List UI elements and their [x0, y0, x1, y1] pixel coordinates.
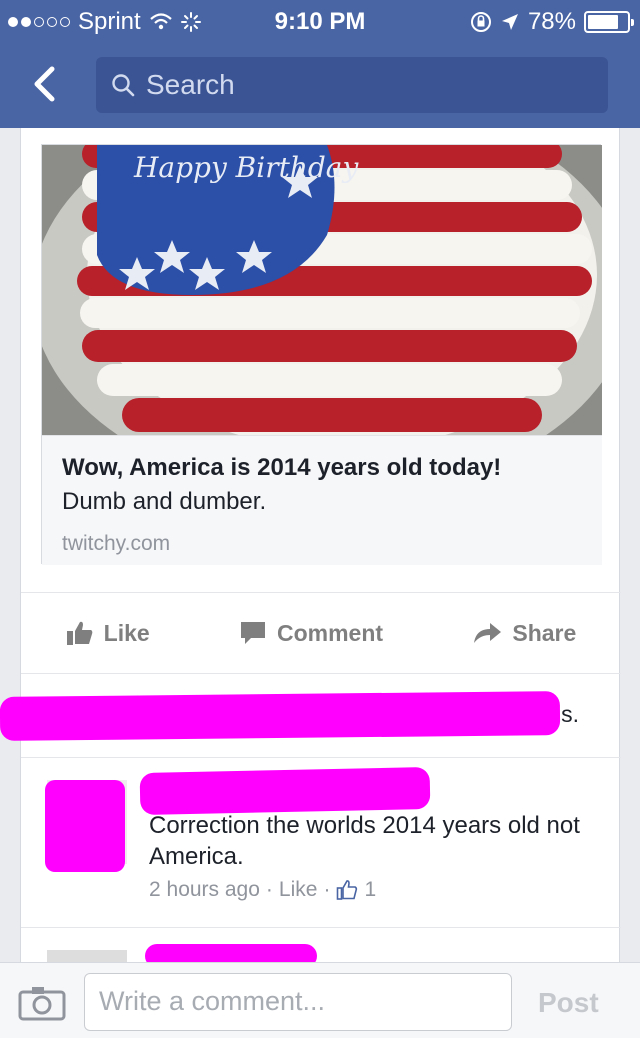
shared-link-preview[interactable]: Happy Birthday Wow, America is 2014 year…	[41, 144, 602, 565]
rotation-lock-icon	[470, 12, 491, 32]
camera-button[interactable]	[18, 985, 66, 1021]
thumbs-up-icon	[66, 621, 92, 645]
share-label: Share	[512, 619, 577, 646]
redaction-mark	[45, 780, 125, 872]
redaction-mark	[0, 691, 561, 741]
redaction-mark	[139, 766, 431, 816]
comment-like-count: 1	[364, 878, 377, 901]
share-button[interactable]: Share	[472, 620, 576, 647]
link-description: Dumb and dumber.	[62, 488, 267, 515]
status-bar: Sprint 9:10 PM 78%	[0, 0, 640, 44]
top-bar: Sprint 9:10 PM 78% Search	[0, 0, 640, 128]
search-input[interactable]: Search	[96, 57, 608, 113]
meta-separator: ·	[323, 878, 331, 901]
comment-bubble-icon	[241, 622, 265, 644]
post-comment-button[interactable]: Post	[538, 987, 599, 1019]
battery-icon	[584, 11, 634, 33]
post-actions: Like Comment Share	[21, 592, 621, 674]
location-arrow-icon	[501, 14, 518, 30]
meta-separator: ·	[265, 878, 273, 901]
search-placeholder: Search	[146, 69, 235, 100]
thumbs-up-outline-icon	[337, 880, 358, 900]
search-icon	[112, 74, 135, 97]
cake-inscription: Happy Birthday	[133, 151, 359, 184]
chevron-left-icon	[34, 66, 55, 102]
comment-meta: 2 hours ago · Like · 1	[149, 878, 376, 902]
comment-button[interactable]: Comment	[239, 620, 383, 647]
comment-timestamp: 2 hours ago	[149, 878, 260, 901]
link-image: Happy Birthday	[42, 145, 602, 435]
share-arrow-icon	[474, 623, 502, 643]
link-title: Wow, America is 2014 years old today!	[62, 454, 502, 481]
comment-like-link[interactable]: Like	[279, 878, 318, 902]
flag-cake-image: Happy Birthday	[42, 145, 602, 435]
back-button[interactable]	[22, 62, 66, 106]
camera-icon	[18, 987, 66, 1021]
write-comment-input[interactable]: Write a comment...	[84, 973, 512, 1031]
link-text-area: Wow, America is 2014 years old today! Du…	[42, 435, 602, 565]
comment-text: Correction the worlds 2014 years old not…	[149, 812, 580, 870]
battery-percent: 78%	[527, 8, 576, 35]
comment-composer: Write a comment... Post	[0, 962, 640, 1038]
comment-label: Comment	[277, 619, 384, 646]
status-right: 78%	[470, 8, 634, 36]
like-label: Like	[103, 619, 150, 646]
like-button[interactable]: Like	[66, 620, 150, 647]
link-domain: twitchy.com	[62, 532, 171, 555]
